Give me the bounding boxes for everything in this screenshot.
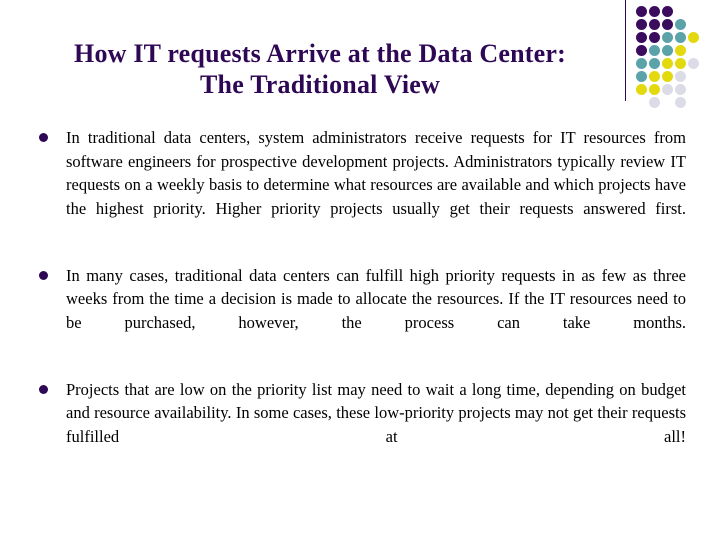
dot-purple-icon [649, 19, 660, 30]
round-bullet-icon [39, 270, 48, 280]
dot-lavender-icon [675, 97, 686, 108]
bullet-text: In traditional data centers, system admi… [66, 128, 686, 218]
dot-teal-icon [675, 32, 686, 43]
dot-teal-icon [662, 45, 673, 56]
dot-purple-icon [636, 32, 647, 43]
dot-lavender-icon [675, 84, 686, 95]
dot-purple-icon [662, 6, 673, 17]
dot-yellow-icon [649, 84, 660, 95]
dot-yellow-icon [636, 84, 647, 95]
dot-yellow-icon [675, 58, 686, 69]
dot-yellow-icon [688, 32, 699, 43]
title-line-1: How IT requests Arrive at the Data Cente… [74, 39, 566, 68]
dot-lavender-icon [688, 58, 699, 69]
dot-teal-icon [675, 19, 686, 30]
dot-teal-icon [636, 58, 647, 69]
dot-teal-icon [649, 58, 660, 69]
dot-lavender-icon [662, 84, 673, 95]
dot-grid-row [636, 84, 688, 96]
dot-teal-icon [649, 45, 660, 56]
dot-empty-icon [636, 97, 647, 108]
slide-canvas: How IT requests Arrive at the Data Cente… [0, 0, 720, 540]
vertical-divider-line [625, 0, 626, 101]
round-bullet-icon [39, 133, 48, 142]
dot-grid-row [636, 58, 701, 70]
list-item: In many cases, traditional data centers … [34, 264, 686, 358]
dot-grid-ornament [618, 0, 720, 112]
list-item: In traditional data centers, system admi… [34, 126, 686, 244]
dot-purple-icon [662, 19, 673, 30]
dot-purple-icon [636, 6, 647, 17]
bullet-text: In many cases, traditional data centers … [66, 265, 686, 332]
dot-purple-icon [649, 6, 660, 17]
dot-purple-icon [636, 19, 647, 30]
dot-yellow-icon [662, 71, 673, 82]
dot-lavender-icon [649, 97, 660, 108]
list-item: Projects that are low on the priority li… [34, 378, 686, 472]
dot-grid-row [636, 97, 688, 109]
dot-grid [636, 6, 720, 110]
dot-purple-icon [649, 32, 660, 43]
dot-purple-icon [636, 45, 647, 56]
dot-teal-icon [636, 71, 647, 82]
page-title: How IT requests Arrive at the Data Cente… [30, 38, 610, 100]
bullet-text: Projects that are low on the priority li… [66, 379, 686, 446]
title-line-2: The Traditional View [200, 70, 440, 99]
dot-grid-row [636, 6, 675, 18]
dot-yellow-icon [675, 45, 686, 56]
dot-grid-row [636, 19, 688, 31]
dot-grid-row [636, 32, 701, 44]
round-bullet-icon [39, 384, 48, 394]
dot-yellow-icon [649, 71, 660, 82]
dot-teal-icon [662, 32, 673, 43]
dot-empty-icon [662, 97, 673, 108]
dot-grid-row [636, 45, 688, 57]
dot-grid-row [636, 71, 688, 83]
bullet-list: In traditional data centers, system admi… [34, 126, 686, 492]
dot-lavender-icon [675, 71, 686, 82]
dot-yellow-icon [662, 58, 673, 69]
